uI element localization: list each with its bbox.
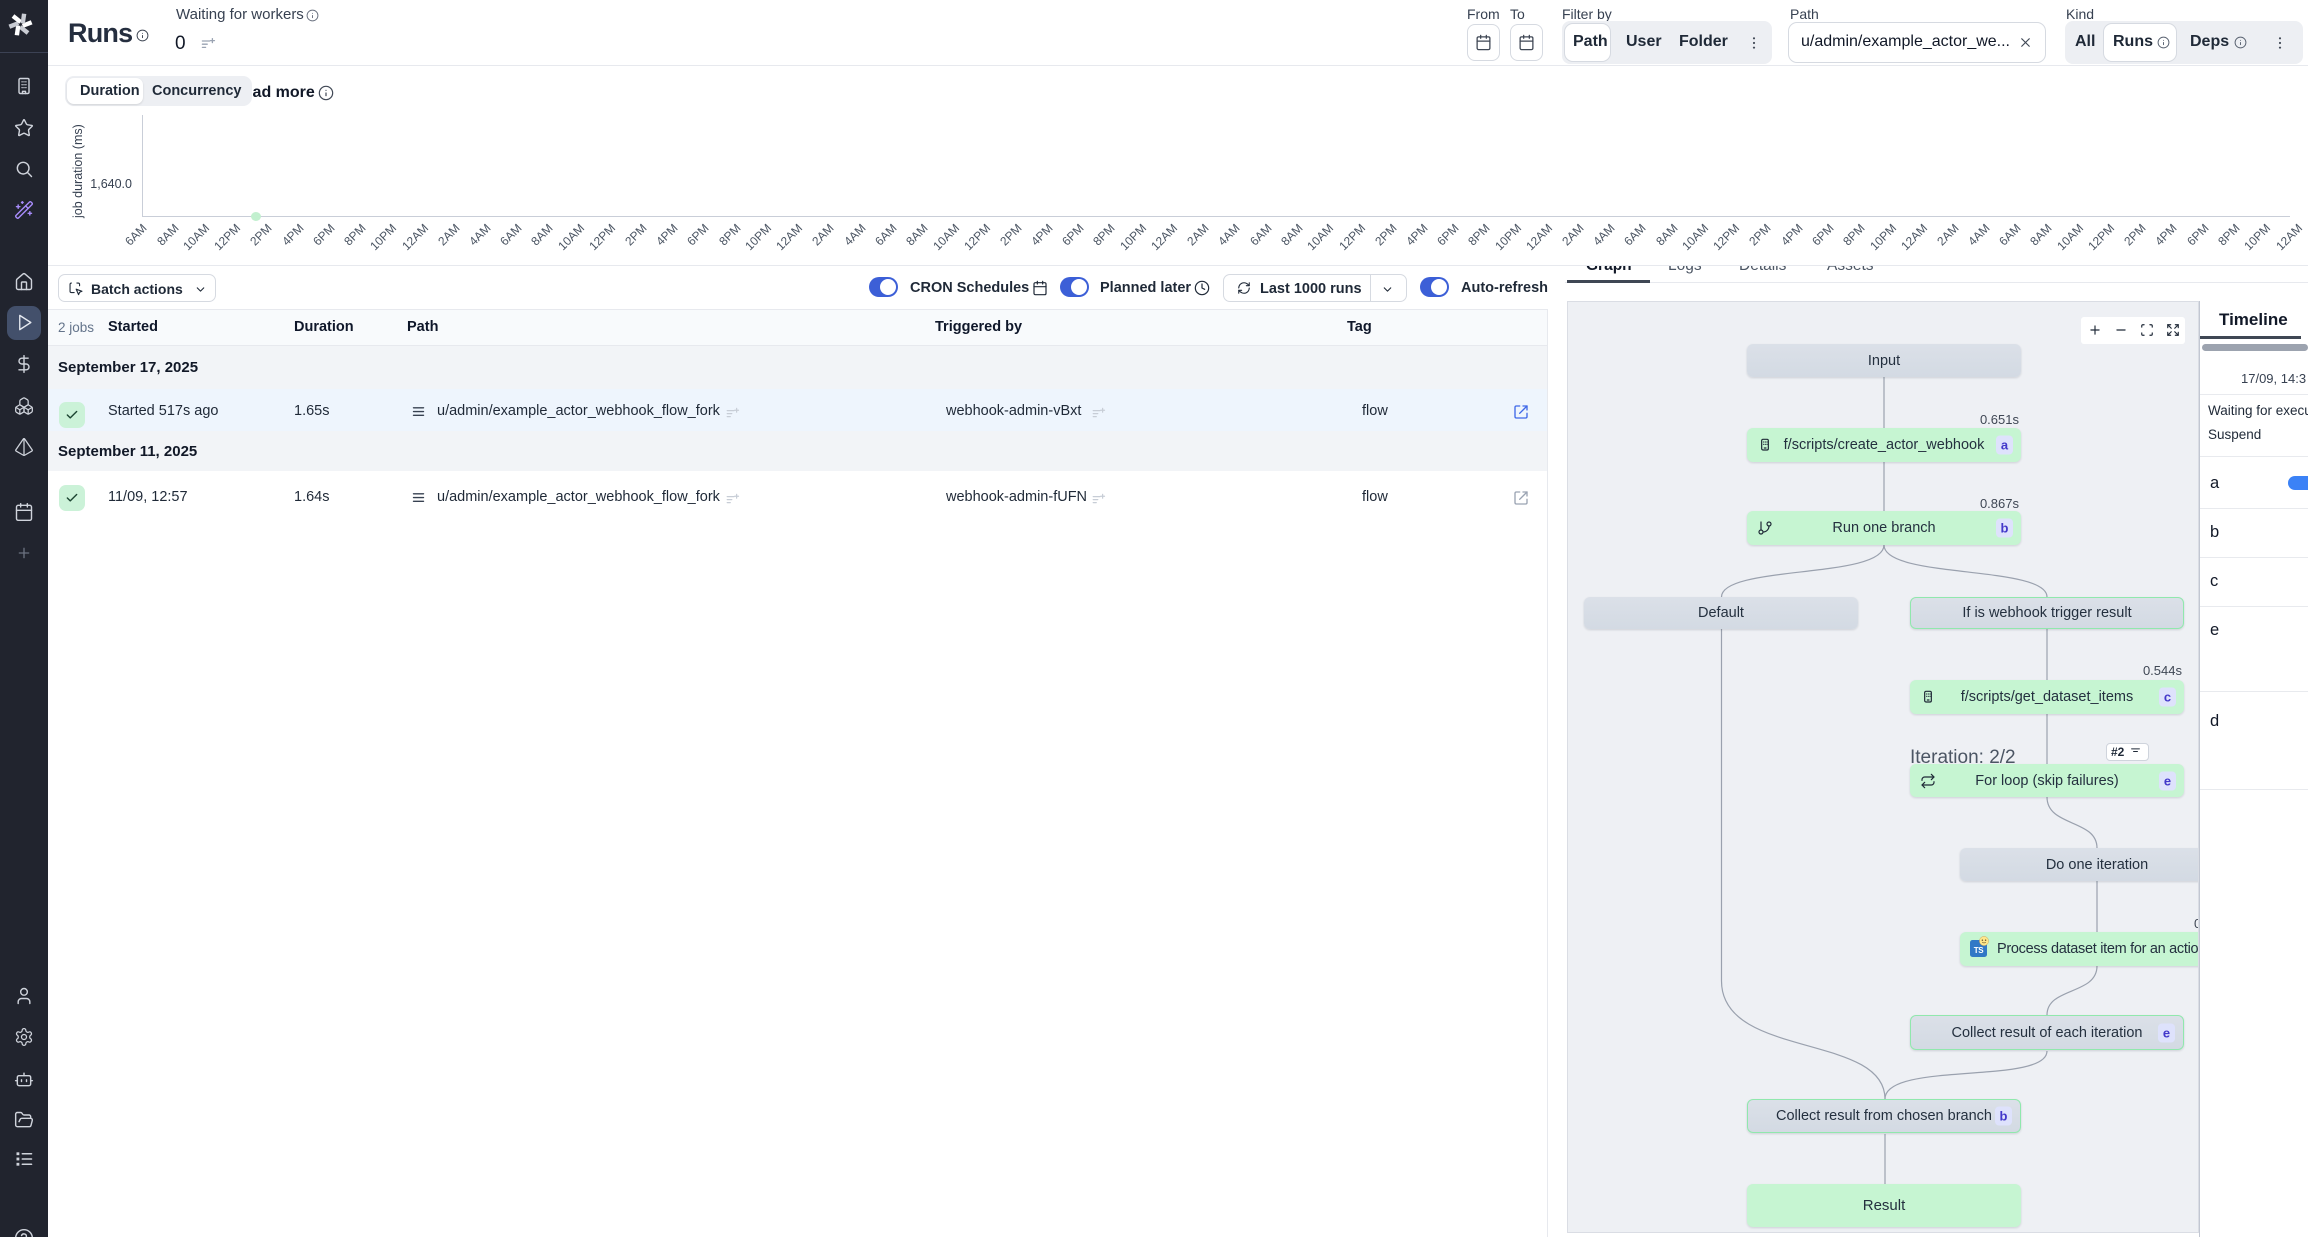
svg-text:TS: TS bbox=[1974, 946, 1985, 955]
